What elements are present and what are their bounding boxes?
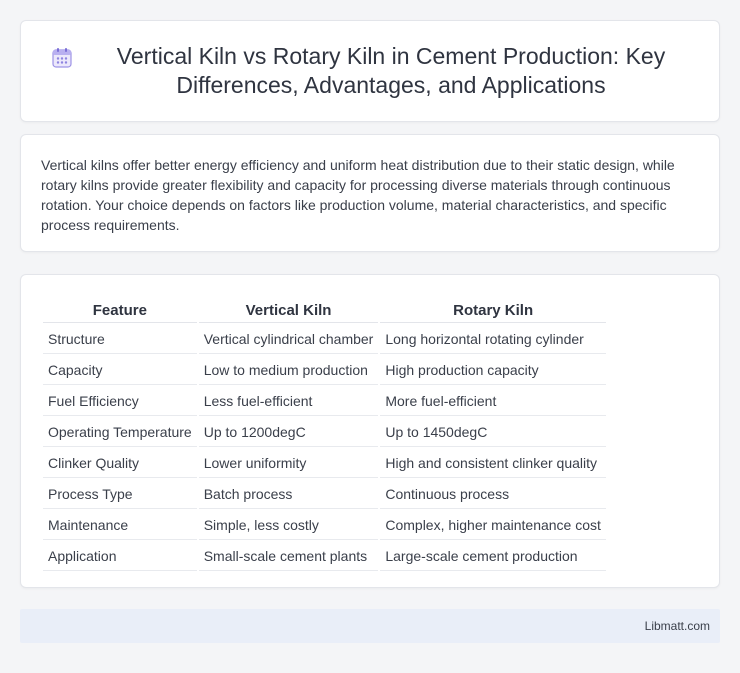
column-header-vertical-kiln: Vertical Kiln [198,297,379,323]
table-row: Capacity Low to medium production High p… [43,356,606,385]
vertical-kiln-cell: Vertical cylindrical chamber [198,325,379,354]
table-header-row: Feature Vertical Kiln Rotary Kiln [43,297,606,323]
table-row: Process Type Batch process Continuous pr… [43,480,606,509]
header-card: Vertical Kiln vs Rotary Kiln in Cement P… [20,20,720,122]
footer-bar: Libmatt.com [20,609,720,643]
table-row: Operating Temperature Up to 1200degC Up … [43,418,606,447]
comparison-table-card: Feature Vertical Kiln Rotary Kiln Struct… [20,274,720,588]
rotary-kiln-cell: More fuel-efficient [380,387,606,416]
vertical-kiln-cell: Low to medium production [198,356,379,385]
calendar-grid-icon [51,47,73,69]
vertical-kiln-cell: Less fuel-efficient [198,387,379,416]
table-row: Fuel Efficiency Less fuel-efficient More… [43,387,606,416]
table-row: Structure Vertical cylindrical chamber L… [43,325,606,354]
rotary-kiln-cell: Up to 1450degC [380,418,606,447]
rotary-kiln-cell: High production capacity [380,356,606,385]
table-row: Maintenance Simple, less costly Complex,… [43,511,606,540]
feature-cell: Capacity [43,356,197,385]
page: Vertical Kiln vs Rotary Kiln in Cement P… [0,0,740,673]
feature-cell: Fuel Efficiency [43,387,197,416]
feature-cell: Operating Temperature [43,418,197,447]
feature-cell: Clinker Quality [43,449,197,478]
feature-cell: Structure [43,325,197,354]
intro-card: Vertical kilns offer better energy effic… [20,134,720,252]
rotary-kiln-cell: Large-scale cement production [380,542,606,571]
rotary-kiln-cell: Continuous process [380,480,606,509]
page-title: Vertical Kiln vs Rotary Kiln in Cement P… [116,43,666,98]
feature-cell: Process Type [43,480,197,509]
rotary-kiln-cell: Long horizontal rotating cylinder [380,325,606,354]
title-wrap: Vertical Kiln vs Rotary Kiln in Cement P… [51,42,689,100]
vertical-kiln-cell: Up to 1200degC [198,418,379,447]
column-header-rotary-kiln: Rotary Kiln [380,297,606,323]
intro-paragraph: Vertical kilns offer better energy effic… [41,157,675,233]
table-row: Application Small-scale cement plants La… [43,542,606,571]
feature-cell: Maintenance [43,511,197,540]
column-header-feature: Feature [43,297,197,323]
rotary-kiln-cell: Complex, higher maintenance cost [380,511,606,540]
vertical-kiln-cell: Batch process [198,480,379,509]
feature-cell: Application [43,542,197,571]
footer-brand: Libmatt.com [644,619,710,633]
vertical-kiln-cell: Lower uniformity [198,449,379,478]
rotary-kiln-cell: High and consistent clinker quality [380,449,606,478]
vertical-kiln-cell: Small-scale cement plants [198,542,379,571]
vertical-kiln-cell: Simple, less costly [198,511,379,540]
table-row: Clinker Quality Lower uniformity High an… [43,449,606,478]
comparison-table: Feature Vertical Kiln Rotary Kiln Struct… [41,295,608,573]
